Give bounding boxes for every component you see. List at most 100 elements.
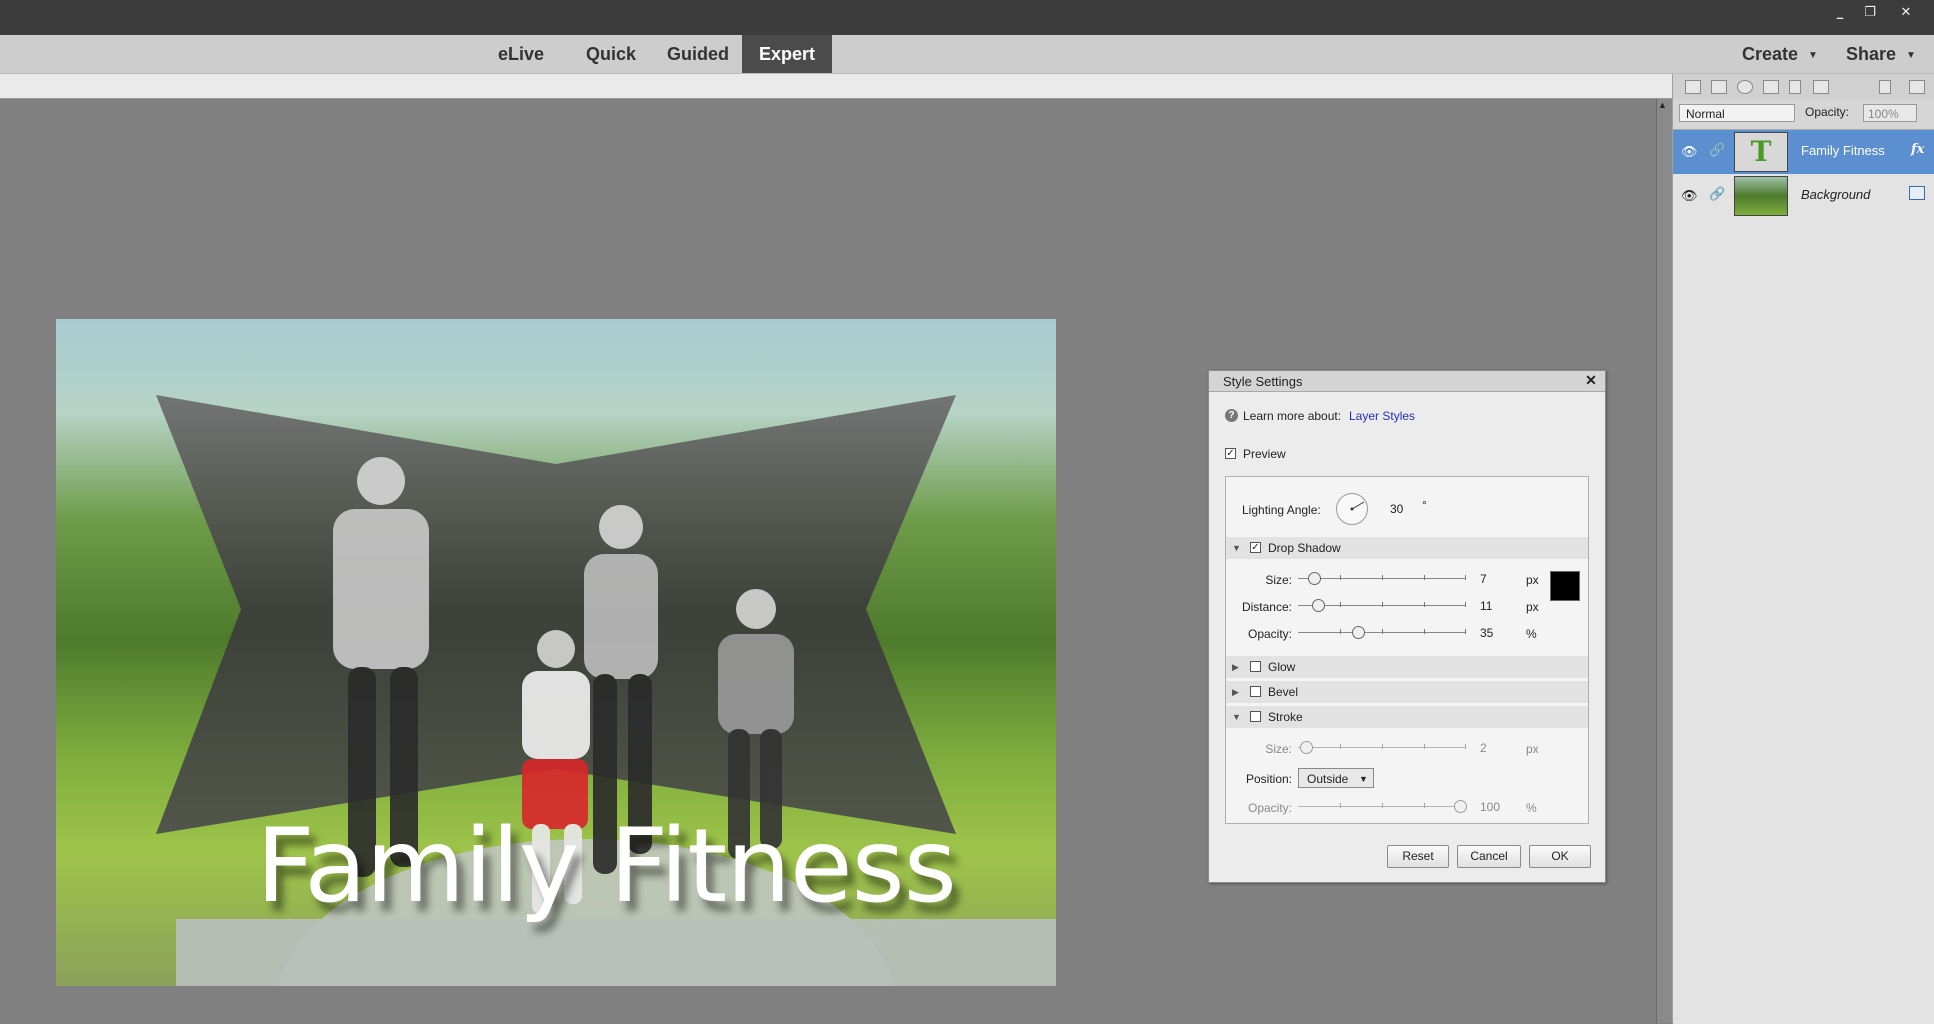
text-layer-thumb-icon: T bbox=[1734, 132, 1788, 172]
close-icon[interactable]: ✕ bbox=[1583, 372, 1599, 388]
stroke-size-label: Size: bbox=[1265, 742, 1292, 756]
drop-shadow-label: Drop Shadow bbox=[1268, 541, 1341, 555]
reset-button[interactable]: Reset bbox=[1387, 845, 1449, 868]
angle-needle-icon bbox=[1350, 501, 1365, 511]
opacity-value[interactable]: 35 bbox=[1480, 626, 1510, 640]
opacity-slider-knob[interactable] bbox=[1352, 626, 1365, 639]
layer-row-background[interactable]: 👁 🔗 Background bbox=[1673, 174, 1934, 218]
stroke-opacity-slider[interactable] bbox=[1298, 800, 1467, 814]
bevel-checkbox[interactable] bbox=[1250, 686, 1261, 697]
drop-shadow-checkbox[interactable]: ✓ bbox=[1250, 542, 1261, 553]
lock-icon[interactable] bbox=[1789, 80, 1801, 94]
blend-mode-select[interactable]: Normal bbox=[1679, 104, 1795, 122]
expanded-triangle-icon[interactable]: ▼ bbox=[1232, 712, 1241, 722]
collapsed-triangle-icon[interactable]: ▶ bbox=[1232, 687, 1239, 698]
distance-label: Distance: bbox=[1241, 600, 1292, 614]
preview-checkbox[interactable]: ✓ bbox=[1225, 448, 1236, 459]
chevron-down-icon: ▼ bbox=[1906, 50, 1916, 61]
layer-name[interactable]: Background bbox=[1801, 187, 1870, 202]
text-layer-family-fitness[interactable]: Family Fitness bbox=[256, 807, 957, 926]
restore-button[interactable]: ❐ bbox=[1858, 4, 1882, 22]
title-bar: _ ❐ ✕ bbox=[0, 0, 1934, 35]
opacity-unit: % bbox=[1526, 627, 1537, 641]
stroke-size-slider[interactable] bbox=[1298, 741, 1466, 755]
layer-row-family-fitness[interactable]: 👁 🔗 T Family Fitness fx bbox=[1673, 130, 1934, 174]
bevel-label: Bevel bbox=[1268, 685, 1299, 699]
glow-section[interactable]: ▶ Glow bbox=[1226, 656, 1588, 678]
smart-object-icon bbox=[1909, 186, 1925, 200]
size-value[interactable]: 7 bbox=[1480, 572, 1510, 586]
stroke-opacity-knob[interactable] bbox=[1454, 800, 1467, 813]
stroke-section[interactable]: ▼ Stroke bbox=[1226, 706, 1588, 728]
drop-shadow-section[interactable]: ▼ ✓ Drop Shadow bbox=[1226, 537, 1588, 559]
stroke-opacity-unit: % bbox=[1526, 801, 1537, 815]
learn-more-label: Learn more about: bbox=[1243, 409, 1342, 423]
layers-panel: Normal Opacity: 100% 👁 🔗 T Family Fitnes… bbox=[1672, 74, 1934, 1024]
dialog-title: Style Settings bbox=[1223, 374, 1303, 389]
document-image[interactable]: Family Fitness bbox=[56, 319, 1056, 986]
lighting-angle-dial[interactable] bbox=[1336, 493, 1368, 525]
lock-transparent-icon[interactable] bbox=[1813, 80, 1829, 94]
visibility-eye-icon[interactable]: 👁 bbox=[1681, 144, 1698, 160]
minimize-button[interactable]: _ bbox=[1828, 4, 1852, 22]
lighting-angle-label: Lighting Angle: bbox=[1242, 503, 1321, 517]
mode-bar: eLive Quick Guided Expert Create ▼ Share ▼ bbox=[0, 35, 1934, 74]
expanded-triangle-icon[interactable]: ▼ bbox=[1232, 543, 1241, 553]
distance-value[interactable]: 11 bbox=[1480, 599, 1510, 613]
preview-label: Preview bbox=[1243, 447, 1286, 461]
panel-menu-icon[interactable] bbox=[1909, 80, 1925, 94]
layer-name[interactable]: Family Fitness bbox=[1801, 143, 1885, 158]
layer-mask-icon[interactable] bbox=[1763, 80, 1779, 94]
canvas-scrollbar[interactable] bbox=[1656, 99, 1673, 1023]
close-window-button[interactable]: ✕ bbox=[1894, 4, 1918, 22]
stroke-size-knob[interactable] bbox=[1300, 741, 1313, 754]
tool-options-bar bbox=[0, 74, 1672, 99]
create-label: Create bbox=[1742, 44, 1799, 64]
stroke-size-unit: px bbox=[1526, 742, 1539, 756]
fx-icon[interactable]: fx bbox=[1911, 142, 1924, 157]
stroke-checkbox[interactable] bbox=[1250, 711, 1261, 722]
tab-guided[interactable]: Guided bbox=[662, 35, 734, 73]
new-group-icon[interactable] bbox=[1711, 80, 1727, 94]
stroke-opacity-value[interactable]: 100 bbox=[1480, 800, 1510, 814]
share-label: Share bbox=[1846, 44, 1897, 64]
share-button[interactable]: Share ▼ bbox=[1846, 35, 1916, 73]
dialog-titlebar[interactable]: Style Settings ✕ bbox=[1209, 371, 1605, 392]
stroke-size-value[interactable]: 2 bbox=[1480, 741, 1510, 755]
bevel-section[interactable]: ▶ Bevel bbox=[1226, 681, 1588, 703]
shadow-color-swatch[interactable] bbox=[1550, 571, 1580, 601]
glow-label: Glow bbox=[1268, 660, 1296, 674]
distance-slider-knob[interactable] bbox=[1312, 599, 1325, 612]
size-slider-knob[interactable] bbox=[1308, 572, 1321, 585]
trash-icon[interactable] bbox=[1879, 80, 1891, 94]
position-select[interactable]: Outside ▼ bbox=[1298, 768, 1374, 788]
distance-slider[interactable] bbox=[1298, 599, 1466, 613]
distance-unit: px bbox=[1526, 600, 1539, 614]
size-slider[interactable] bbox=[1298, 572, 1466, 586]
visibility-eye-icon[interactable]: 👁 bbox=[1681, 188, 1698, 204]
layers-toolbar bbox=[1673, 74, 1934, 100]
cancel-button[interactable]: Cancel bbox=[1457, 845, 1521, 868]
opacity-field[interactable]: 100% bbox=[1863, 104, 1917, 122]
tab-expert[interactable]: Expert bbox=[742, 35, 832, 73]
background-layer-thumb bbox=[1734, 176, 1788, 216]
tab-elive[interactable]: eLive bbox=[486, 35, 556, 73]
new-layer-icon[interactable] bbox=[1685, 80, 1701, 94]
scroll-up-icon[interactable]: ▲ bbox=[1658, 100, 1670, 112]
opacity-label: Opacity: bbox=[1247, 627, 1292, 641]
ok-button[interactable]: OK bbox=[1529, 845, 1591, 868]
style-options-panel: Lighting Angle: 30 ° ▼ ✓ Drop Shadow Siz… bbox=[1225, 476, 1589, 824]
adjustment-layer-icon[interactable] bbox=[1737, 80, 1753, 94]
opacity-slider[interactable] bbox=[1298, 626, 1466, 640]
create-button[interactable]: Create ▼ bbox=[1742, 35, 1818, 73]
collapsed-triangle-icon[interactable]: ▶ bbox=[1232, 662, 1239, 673]
position-value: Outside bbox=[1307, 772, 1349, 786]
chevron-down-icon: ▼ bbox=[1808, 50, 1818, 61]
tab-quick[interactable]: Quick bbox=[576, 35, 646, 73]
link-icon[interactable]: 🔗 bbox=[1709, 186, 1725, 202]
lighting-angle-value[interactable]: 30 bbox=[1390, 502, 1403, 516]
layer-styles-link[interactable]: Layer Styles bbox=[1349, 409, 1415, 423]
opacity-label: Opacity: bbox=[1805, 105, 1850, 119]
glow-checkbox[interactable] bbox=[1250, 661, 1261, 672]
link-icon[interactable]: 🔗 bbox=[1709, 142, 1725, 158]
